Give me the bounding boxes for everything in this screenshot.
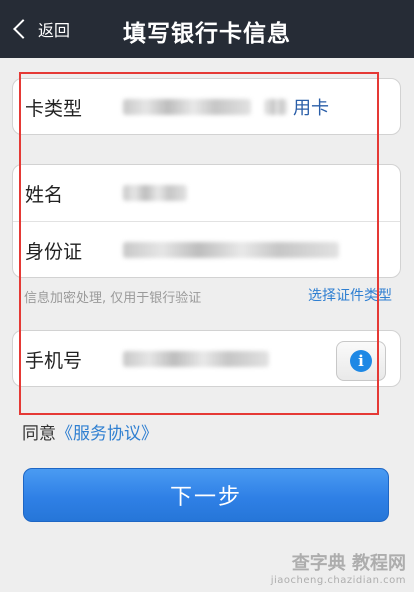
phone-row[interactable]: 手机号 i [13, 331, 400, 387]
name-row[interactable]: 姓名 [13, 165, 400, 221]
card-type-row[interactable]: 卡类型 用卡 [13, 79, 400, 135]
agreement-prefix: 同意 [22, 424, 56, 444]
card-type-suffix: 用卡 [293, 98, 329, 119]
phone-blurred-value [123, 351, 269, 367]
page: 返回 填写银行卡信息 卡类型 用卡 姓名 身份证 信息加密处理, 仅用于银行验证… [0, 0, 414, 592]
card-type-label: 卡类型 [25, 97, 83, 120]
watermark-sub: jiaocheng.chazidian.com [270, 575, 406, 586]
phone-label: 手机号 [25, 349, 83, 372]
card-type-blurred-value [265, 99, 287, 115]
phone-card: 手机号 i [12, 330, 401, 387]
encryption-note: 信息加密处理, 仅用于银行验证 [24, 291, 202, 306]
id-label: 身份证 [25, 240, 83, 263]
name-blurred-value [123, 185, 187, 201]
phone-info-button[interactable]: i [336, 341, 386, 381]
card-type-card: 卡类型 用卡 [12, 78, 401, 135]
identity-card: 姓名 身份证 [12, 164, 401, 278]
agreement: 同意《服务协议》 [22, 419, 158, 444]
nav-header: 返回 填写银行卡信息 [0, 0, 414, 58]
next-step-button[interactable]: 下一步 [23, 468, 389, 522]
watermark-main: 查字典 教程网 [291, 553, 406, 574]
id-blurred-value [123, 242, 339, 258]
card-type-blurred-value [123, 99, 251, 115]
choose-document-type-link[interactable]: 选择证件类型 [308, 285, 392, 305]
name-label: 姓名 [25, 183, 64, 206]
page-title: 填写银行卡信息 [123, 21, 291, 47]
id-row[interactable]: 身份证 [13, 221, 400, 278]
info-icon: i [350, 350, 372, 372]
watermark: 查字典 教程网 jiaocheng.chazidian.com [271, 549, 406, 586]
service-agreement-link[interactable]: 《服务协议》 [56, 424, 158, 444]
